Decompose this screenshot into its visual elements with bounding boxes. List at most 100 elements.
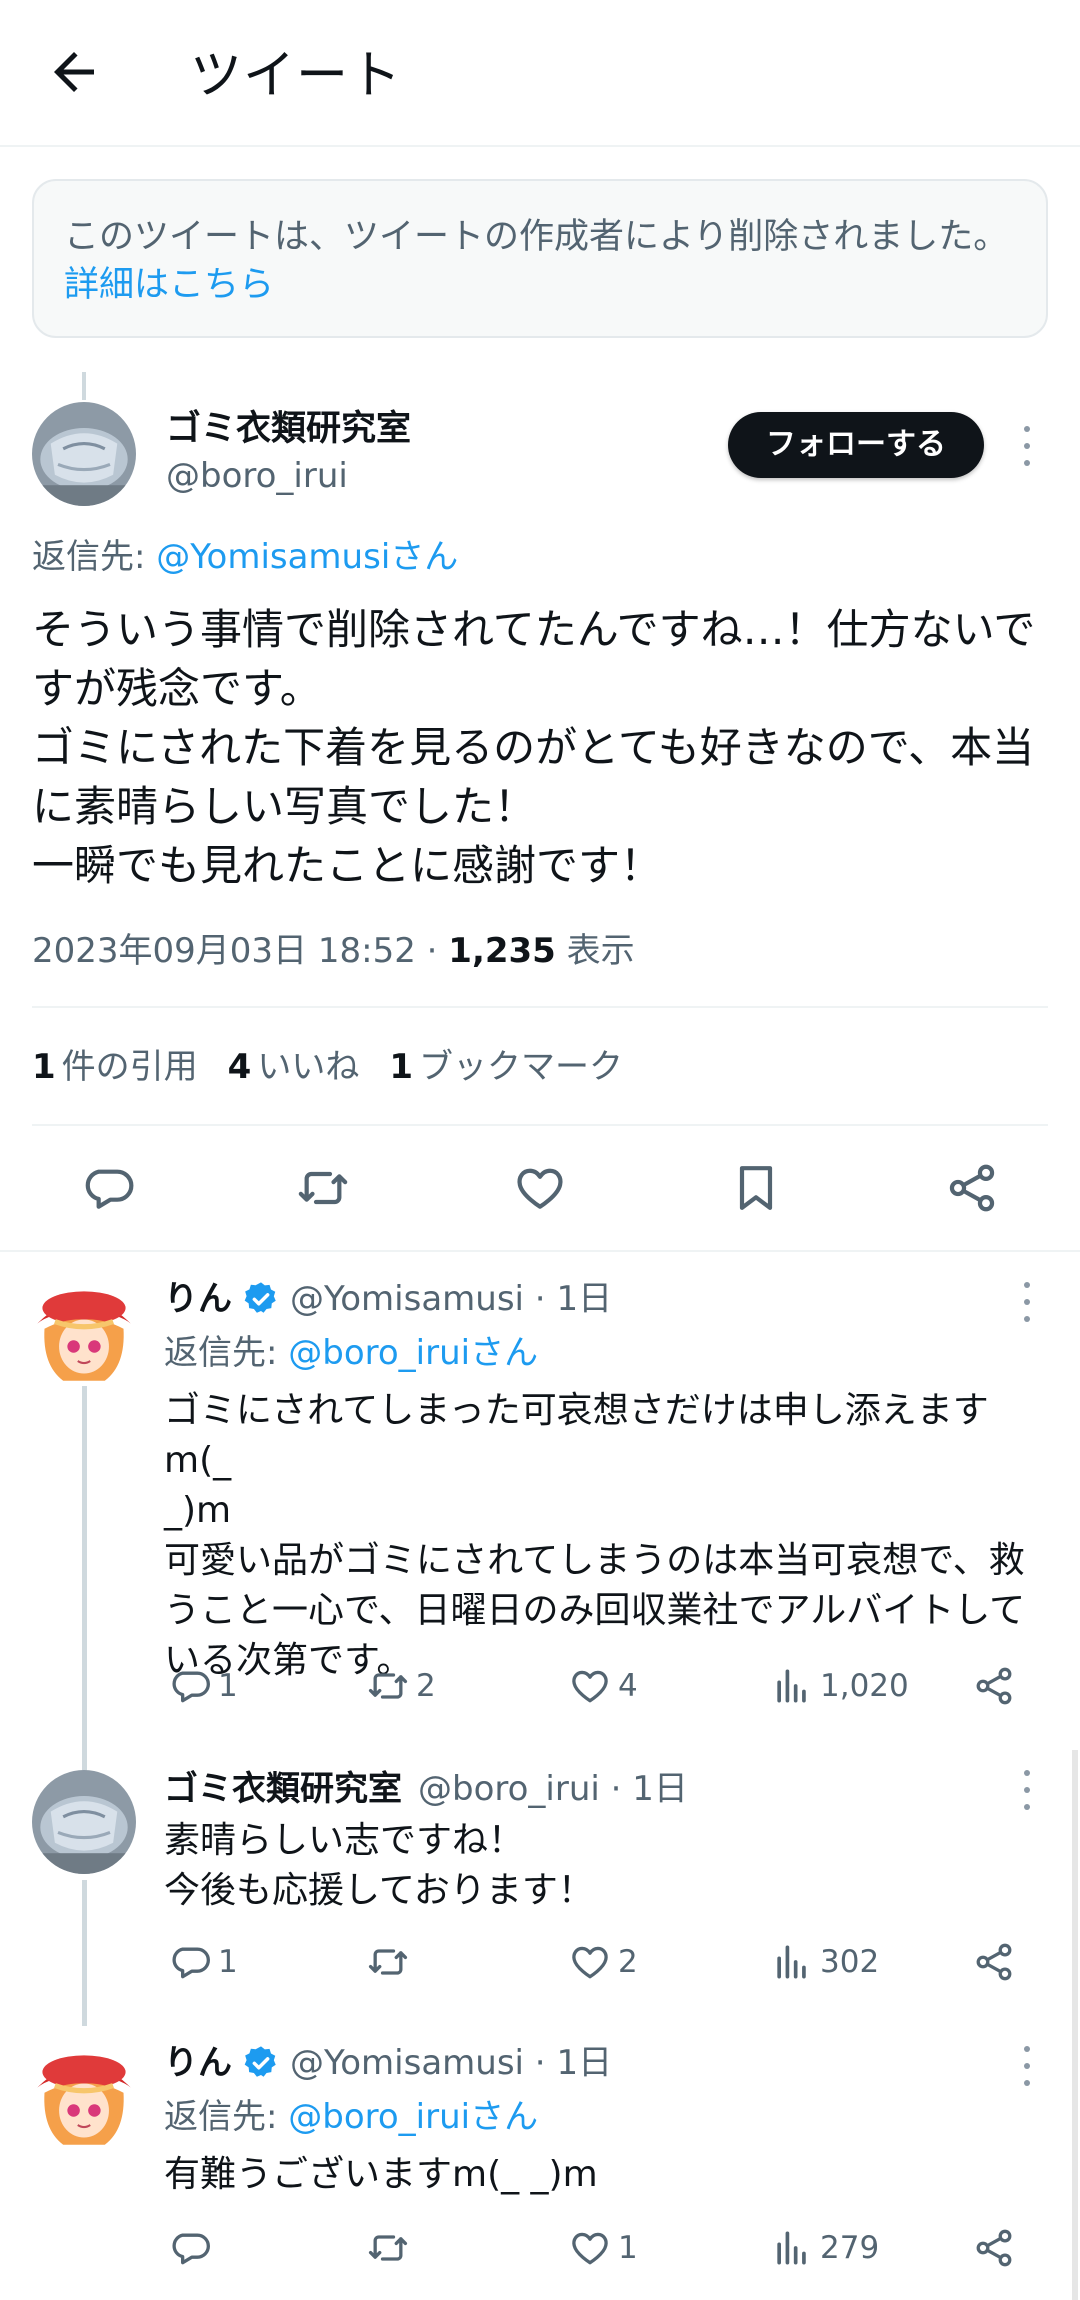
likes-stat[interactable]: 4 いいね	[228, 1047, 360, 1087]
reply-to-label: 返信先:	[164, 1333, 289, 1373]
views-action[interactable]: 302	[770, 1940, 879, 1984]
reply-to-handle-link[interactable]: @Yomisamusiさん	[156, 537, 458, 577]
details-link[interactable]: 詳細はこちら	[64, 265, 274, 305]
arrow-left-icon[interactable]	[44, 42, 104, 102]
like-action[interactable]: 4	[568, 1664, 638, 1708]
more-options-icon[interactable]	[1012, 426, 1042, 466]
author-handle[interactable]: @boro_irui	[166, 454, 348, 498]
reply-handle[interactable]: @Yomisamusi	[290, 1279, 524, 1319]
share-action[interactable]	[972, 2226, 1016, 2270]
like-icon[interactable]	[512, 1160, 568, 1216]
retweet-icon	[368, 2235, 408, 2261]
reply-author-name[interactable]: りん	[164, 1276, 280, 1322]
like-action[interactable]: 2	[568, 1940, 638, 1984]
view-count: 302	[820, 1944, 880, 1980]
likes-label: いいね	[257, 1047, 360, 1087]
view-count: 1,020	[820, 1668, 909, 1704]
view-count: 1,235	[448, 931, 556, 971]
like-icon	[572, 1946, 608, 1979]
reply-handle-time: @Yomisamusi · 1日	[290, 1279, 613, 1319]
like-count: 1	[618, 2230, 638, 2266]
top-app-bar: ツイート	[0, 0, 1080, 147]
tweet-text: そういう事情で削除されてたんですね…！仕方ないですが残念です。 ゴミにされた下着…	[32, 605, 1036, 890]
reply-author-label: りん	[164, 1279, 232, 1319]
retweet-action[interactable]	[366, 1940, 416, 1984]
reply-to-line: 返信先: @boro_iruiさん	[164, 2094, 538, 2140]
divider	[32, 1124, 1048, 1126]
engagement-stats: 1 件の引用 4 いいね 1 ブックマーク	[32, 1044, 623, 1090]
reply-to-handle-link[interactable]: @boro_iruiさん	[288, 1333, 538, 1373]
reply-author-label: ゴミ衣類研究室	[164, 1769, 402, 1809]
reply-handle[interactable]: @boro_irui	[418, 1769, 600, 1809]
page-title: ツイート	[190, 46, 403, 106]
more-options-icon[interactable]	[1012, 1770, 1042, 1810]
likes-count: 4	[227, 1047, 252, 1087]
reply-handle-time: @Yomisamusi · 1日	[290, 2043, 613, 2083]
avatar[interactable]	[32, 1282, 136, 1386]
reply-author-name[interactable]: ゴミ衣類研究室	[164, 1766, 402, 1812]
avatar[interactable]	[32, 2046, 136, 2150]
reply-text: 有難うございますm(_ _)m	[164, 2154, 598, 2195]
verified-badge-icon	[244, 2046, 276, 2077]
thread-line	[82, 1386, 87, 1772]
avatar[interactable]	[32, 1770, 136, 1874]
reply-to-line: 返信先: @Yomisamusiさん	[32, 534, 458, 580]
like-action[interactable]: 1	[568, 2226, 638, 2270]
reply-action[interactable]: 1	[168, 1664, 238, 1708]
analytics-icon	[777, 1945, 806, 1979]
share-icon	[976, 2229, 1012, 2267]
reply-to-line: 返信先: @boro_iruiさん	[164, 1330, 538, 1376]
reply-handle-time: @boro_irui · 1日	[418, 1769, 688, 1809]
bookmarks-stat[interactable]: 1 ブックマーク	[389, 1047, 623, 1087]
reply-icon[interactable]	[80, 1160, 136, 1216]
bookmarks-count: 1	[389, 1047, 414, 1087]
quotes-count: 1	[32, 1047, 56, 1087]
reply-action[interactable]: 1	[168, 1940, 238, 1984]
like-count: 4	[618, 1668, 638, 1704]
quotes-label: 件の引用	[61, 1047, 198, 1087]
retweet-action[interactable]	[366, 2226, 416, 2270]
tweet-meta: 2023年09月03日 18:52 · 1,235 表示	[32, 928, 635, 974]
share-action[interactable]	[972, 1940, 1016, 1984]
deleted-tweet-notice: このツイートは、ツイートの作成者により削除されました。詳細はこちら	[32, 179, 1048, 338]
divider	[32, 1006, 1048, 1008]
share-icon	[976, 1943, 1012, 1981]
views-action[interactable]: 1,020	[770, 1664, 909, 1708]
reply-icon	[172, 1947, 210, 1979]
quotes-stat[interactable]: 1 件の引用	[32, 1047, 198, 1087]
share-action[interactable]	[972, 1664, 1016, 1708]
reply-author-label: りん	[164, 2043, 232, 2083]
follow-button[interactable]: フォローする	[728, 412, 984, 478]
verified-badge-icon	[244, 1282, 276, 1313]
scrollbar[interactable]	[1072, 1750, 1078, 2300]
reply-author-name[interactable]: りん	[164, 2040, 280, 2086]
timestamp[interactable]: 2023年09月03日 18:52	[32, 931, 416, 971]
more-options-icon[interactable]	[1012, 1282, 1042, 1322]
thread-line	[82, 1880, 87, 2026]
share-icon[interactable]	[944, 1160, 1000, 1216]
reply-to-handle-link[interactable]: @boro_iruiさん	[288, 2097, 538, 2137]
retweet-count: 2	[416, 1668, 436, 1704]
more-options-icon[interactable]	[1012, 2046, 1042, 2086]
reply-icon	[172, 2233, 210, 2265]
avatar[interactable]	[32, 402, 136, 506]
reply-time[interactable]: 1日	[556, 2043, 612, 2083]
like-icon	[572, 2232, 608, 2265]
reply-text: 素晴らしい志ですね！ 今後も応援しております！	[164, 1820, 594, 1911]
reply-time[interactable]: 1日	[632, 1769, 688, 1809]
reply-handle[interactable]: @Yomisamusi	[290, 2043, 524, 2083]
author-name[interactable]: ゴミ衣類研究室	[166, 406, 411, 452]
retweet-action[interactable]: 2	[366, 1664, 436, 1708]
analytics-icon	[777, 2231, 806, 2265]
reply-count: 1	[218, 1944, 238, 1980]
section-divider	[0, 1250, 1080, 1252]
reply-count: 1	[218, 1668, 238, 1704]
reply-to-label: 返信先:	[32, 537, 157, 577]
views-action[interactable]: 279	[770, 2226, 879, 2270]
reply-time[interactable]: 1日	[556, 1279, 612, 1319]
reply-to-label: 返信先:	[164, 2097, 289, 2137]
reply-action[interactable]	[168, 2226, 218, 2270]
bookmark-icon[interactable]	[728, 1160, 784, 1216]
bookmarks-label: ブックマーク	[419, 1047, 624, 1087]
retweet-icon[interactable]	[295, 1160, 351, 1216]
